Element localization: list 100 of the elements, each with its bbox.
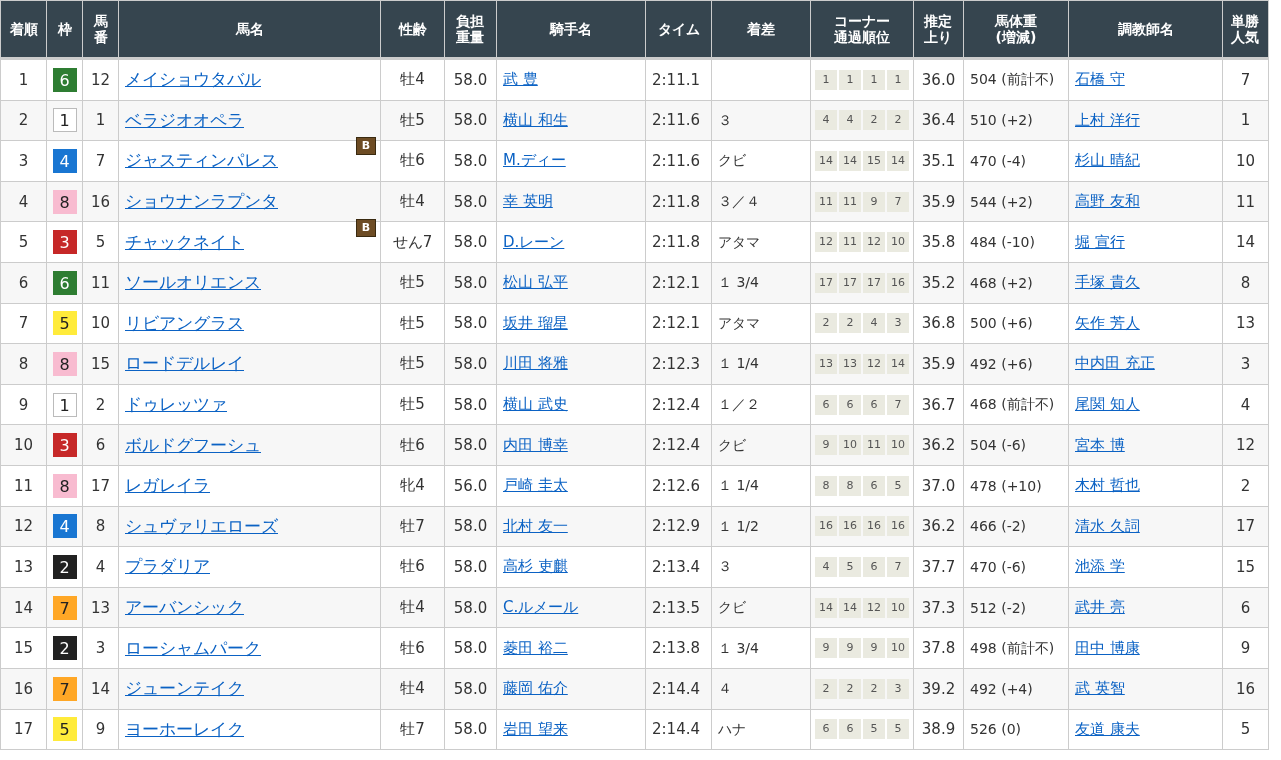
horse-number-cell: 7: [82, 140, 119, 182]
popularity-cell: 6: [1222, 587, 1269, 628]
trainer-link[interactable]: 武 英智: [1075, 679, 1125, 698]
jockey-link[interactable]: 武 豊: [503, 70, 538, 89]
trainer-link[interactable]: 宮本 博: [1075, 435, 1125, 454]
last-3f-cell: 36.8: [913, 303, 964, 344]
corner-position: 10: [839, 435, 861, 456]
trainer-link[interactable]: 武井 亮: [1075, 598, 1125, 616]
jockey-link[interactable]: 菱田 裕二: [503, 638, 568, 657]
last-3f-cell: 36.4: [913, 100, 964, 141]
sex-age-cell: 牡4: [380, 181, 445, 222]
weight-cell: 58.0: [444, 627, 497, 669]
column-header: 枠: [57, 20, 72, 37]
corner-position: 16: [887, 272, 909, 293]
last-3f-cell: 36.2: [913, 424, 964, 466]
column-header: 馬番: [93, 12, 108, 46]
frame-number: 7: [52, 595, 77, 620]
last-3f-cell: 37.7: [913, 546, 964, 588]
popularity-cell: 13: [1222, 303, 1269, 344]
body-weight-text: 484 (-10): [970, 234, 1035, 251]
corner-position: 6: [815, 394, 837, 415]
popularity-cell: 14: [1222, 221, 1269, 263]
trainer-link[interactable]: 矢作 芳人: [1075, 313, 1140, 332]
trainer-link[interactable]: 池添 学: [1075, 557, 1125, 576]
trainer-link[interactable]: 清水 久詞: [1075, 516, 1140, 535]
jockey-link[interactable]: M.ディー: [503, 151, 566, 170]
rank-cell: 7: [0, 303, 47, 344]
popularity-cell: 3: [1222, 343, 1269, 385]
trainer-link[interactable]: 田中 博康: [1075, 638, 1140, 657]
last-3f-cell: 35.2: [913, 262, 964, 304]
sex-age-cell: 牡6: [380, 140, 445, 182]
sex-age-cell: 牡4: [380, 668, 445, 709]
frame-number: 8: [52, 189, 77, 214]
corner-position: 12: [815, 232, 837, 253]
rank-cell: 6: [0, 262, 47, 304]
corner-position: 9: [863, 191, 885, 212]
trainer-link[interactable]: 石橋 守: [1075, 70, 1125, 89]
rank-cell: 4: [0, 181, 47, 222]
rank-cell: 12: [0, 506, 47, 547]
margin-text: ３／４: [718, 193, 760, 210]
weight-cell: 58.0: [444, 587, 497, 628]
corner-position: 9: [815, 638, 837, 659]
corner-position: 7: [887, 191, 909, 212]
trainer-link[interactable]: 木村 哲也: [1075, 476, 1140, 495]
last-3f-cell: 36.0: [913, 58, 964, 101]
horse-number-cell: 3: [82, 627, 119, 669]
horse-number-cell: 6: [82, 424, 119, 466]
trainer-link[interactable]: 堀 宣行: [1075, 232, 1125, 251]
weight-cell: 58.0: [444, 58, 497, 101]
horse-number-cell: 4: [82, 546, 119, 588]
trainer-link[interactable]: 上村 洋行: [1075, 110, 1140, 129]
horse-name-link[interactable]: チャックネイト: [125, 230, 244, 254]
sex-age-cell: せん7: [380, 221, 445, 263]
horse-name-link[interactable]: レガレイラ: [125, 474, 210, 498]
margin-text: １ 1/4: [718, 355, 759, 372]
corner-position: 17: [815, 272, 837, 293]
corner-position: 2: [863, 678, 885, 699]
time-cell: 2:14.4: [645, 668, 712, 709]
horse-number-cell: 14: [82, 668, 119, 709]
corner-position: 10: [887, 435, 909, 456]
jockey-link[interactable]: 内田 博幸: [503, 435, 568, 454]
time-cell: 2:12.6: [645, 465, 712, 507]
jockey-link[interactable]: 松山 弘平: [503, 273, 568, 292]
trainer-link[interactable]: 杉山 晴紀: [1075, 151, 1140, 170]
last-3f-cell: 39.2: [913, 668, 964, 709]
horse-name-link[interactable]: ジャスティンパレス: [125, 149, 278, 173]
jockey-link[interactable]: 幸 英明: [503, 192, 553, 211]
horse-name-link[interactable]: プラダリア: [125, 555, 210, 579]
horse-number-cell: 2: [82, 384, 119, 425]
corner-position: 7: [887, 394, 909, 415]
corner-position: 14: [839, 151, 861, 171]
horse-number-cell: 10: [82, 303, 119, 344]
last-3f-cell: 35.8: [913, 221, 964, 263]
jockey-link[interactable]: 川田 将雅: [503, 354, 568, 373]
jockey-link[interactable]: 高杉 吏麒: [503, 557, 568, 576]
column-header: 着差: [747, 20, 775, 37]
column-header: コーナー通過順位: [833, 12, 891, 46]
weight-cell: 56.0: [444, 465, 497, 507]
popularity-cell: 7: [1222, 58, 1269, 101]
trainer-link[interactable]: 手塚 貴久: [1075, 273, 1140, 292]
weight-cell: 58.0: [444, 303, 497, 344]
time-cell: 2:12.4: [645, 384, 712, 425]
corner-position: 13: [839, 353, 861, 374]
sex-age-cell: 牡6: [380, 424, 445, 466]
margin-text: アタマ: [718, 233, 760, 250]
horse-number-cell: 16: [82, 181, 119, 222]
weight-cell: 58.0: [444, 506, 497, 547]
trainer-link[interactable]: 高野 友和: [1075, 192, 1140, 211]
sex-age-cell: 牡6: [380, 627, 445, 669]
frame-number: 8: [52, 351, 77, 376]
trainer-link[interactable]: 友道 康夫: [1075, 719, 1140, 738]
corner-position: 2: [887, 110, 909, 131]
trainer-link[interactable]: 尾関 知人: [1075, 395, 1140, 414]
jockey-link[interactable]: D.レーン: [503, 232, 565, 251]
corner-position: 2: [839, 313, 861, 334]
frame-number: 1: [52, 392, 77, 417]
popularity-cell: 9: [1222, 627, 1269, 669]
rank-cell: 9: [0, 384, 47, 425]
jockey-link[interactable]: 戸崎 圭太: [503, 476, 568, 495]
corner-position: 10: [887, 232, 909, 253]
